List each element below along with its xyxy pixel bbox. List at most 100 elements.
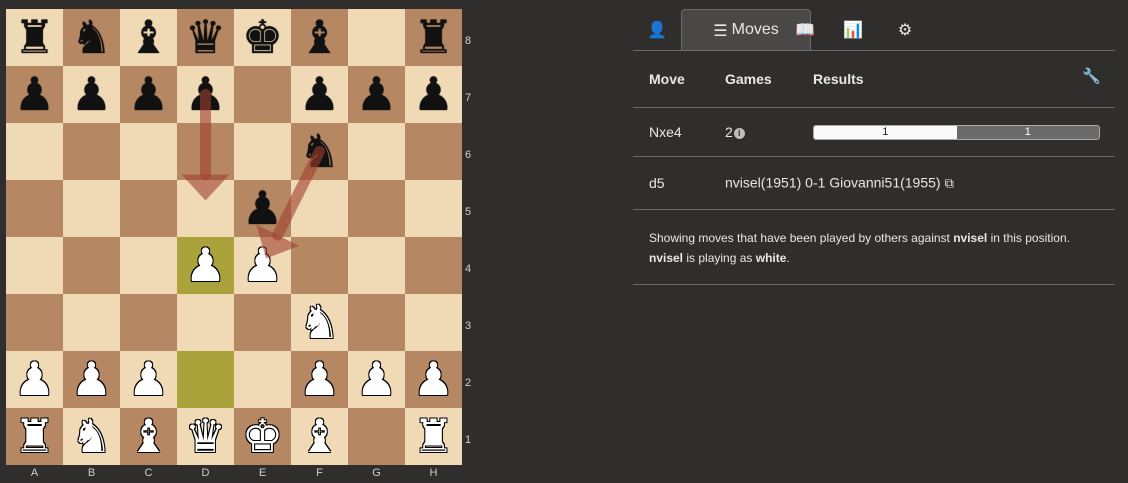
square-h2[interactable]: ♟	[405, 351, 462, 408]
black-pawn-icon[interactable]: ♟	[177, 66, 234, 123]
square-e1[interactable]: ♚	[234, 408, 291, 465]
square-c2[interactable]: ♟	[120, 351, 177, 408]
square-b8[interactable]: ♞	[63, 9, 120, 66]
black-rook-icon[interactable]: ♜	[6, 9, 63, 66]
square-b2[interactable]: ♟	[63, 351, 120, 408]
square-a3[interactable]	[6, 294, 63, 351]
square-c5[interactable]	[120, 180, 177, 237]
square-f5[interactable]	[291, 180, 348, 237]
white-king-icon[interactable]: ♚	[234, 408, 291, 465]
wrench-icon[interactable]: 🔧	[1082, 67, 1101, 85]
square-g6[interactable]	[348, 123, 405, 180]
square-b7[interactable]: ♟	[63, 66, 120, 123]
square-d1[interactable]: ♛	[177, 408, 234, 465]
square-c7[interactable]: ♟	[120, 66, 177, 123]
square-h7[interactable]: ♟	[405, 66, 462, 123]
black-queen-icon[interactable]: ♛	[177, 9, 234, 66]
square-e4[interactable]: ♟	[234, 237, 291, 294]
tab-user[interactable]: 👤	[633, 9, 681, 50]
square-e3[interactable]	[234, 294, 291, 351]
black-knight-icon[interactable]: ♞	[63, 9, 120, 66]
square-d6[interactable]	[177, 123, 234, 180]
black-pawn-icon[interactable]: ♟	[234, 180, 291, 237]
square-e8[interactable]: ♚	[234, 9, 291, 66]
square-g3[interactable]	[348, 294, 405, 351]
table-row[interactable]: Nxe4 2i 1 1	[633, 108, 1115, 157]
white-pawn-icon[interactable]: ♟	[234, 237, 291, 294]
square-b1[interactable]: ♞	[63, 408, 120, 465]
square-f4[interactable]	[291, 237, 348, 294]
square-c3[interactable]	[120, 294, 177, 351]
square-f7[interactable]: ♟	[291, 66, 348, 123]
black-pawn-icon[interactable]: ♟	[63, 66, 120, 123]
square-e5[interactable]: ♟	[234, 180, 291, 237]
white-pawn-icon[interactable]: ♟	[177, 237, 234, 294]
black-knight-icon[interactable]: ♞	[291, 123, 348, 180]
white-knight-icon[interactable]: ♞	[291, 294, 348, 351]
square-g1[interactable]	[348, 408, 405, 465]
square-a8[interactable]: ♜	[6, 9, 63, 66]
white-rook-icon[interactable]: ♜	[405, 408, 462, 465]
square-c4[interactable]	[120, 237, 177, 294]
white-bishop-icon[interactable]: ♝	[291, 408, 348, 465]
square-g8[interactable]	[348, 9, 405, 66]
square-h8[interactable]: ♜	[405, 9, 462, 66]
white-knight-icon[interactable]: ♞	[63, 408, 120, 465]
square-e7[interactable]	[234, 66, 291, 123]
square-e6[interactable]	[234, 123, 291, 180]
white-bishop-icon[interactable]: ♝	[120, 408, 177, 465]
square-f1[interactable]: ♝	[291, 408, 348, 465]
square-h1[interactable]: ♜	[405, 408, 462, 465]
black-bishop-icon[interactable]: ♝	[291, 9, 348, 66]
black-pawn-icon[interactable]: ♟	[348, 66, 405, 123]
square-f2[interactable]: ♟	[291, 351, 348, 408]
chess-board[interactable]: ♜ ♞ ♝ ♛ ♚ ♝ ♜ ♟ ♟ ♟ ♟ ♟ ♟ ♟ ♞ ♟ ♟ ♟ ♞ ♟ ♟ ♟ ♟ ♟ ♟ ♜ ♞ ♝ ♛ ♚ ♝ ♜	[6, 9, 462, 465]
white-pawn-icon[interactable]: ♟	[291, 351, 348, 408]
square-c6[interactable]	[120, 123, 177, 180]
white-pawn-icon[interactable]: ♟	[405, 351, 462, 408]
square-h3[interactable]	[405, 294, 462, 351]
square-c8[interactable]: ♝	[120, 9, 177, 66]
square-g4[interactable]	[348, 237, 405, 294]
tab-gear[interactable]: ⚙	[881, 9, 929, 50]
square-d2[interactable]	[177, 351, 234, 408]
square-b5[interactable]	[63, 180, 120, 237]
external-link-icon[interactable]: ⧉	[945, 177, 954, 192]
black-bishop-icon[interactable]: ♝	[120, 9, 177, 66]
black-pawn-icon[interactable]: ♟	[405, 66, 462, 123]
white-pawn-icon[interactable]: ♟	[348, 351, 405, 408]
square-h4[interactable]	[405, 237, 462, 294]
square-f6[interactable]: ♞	[291, 123, 348, 180]
square-a7[interactable]: ♟	[6, 66, 63, 123]
square-f8[interactable]: ♝	[291, 9, 348, 66]
white-pawn-icon[interactable]: ♟	[6, 351, 63, 408]
table-row[interactable]: d5 nvisel(1951) 0-1 Giovanni51(1955) ⧉	[633, 157, 1115, 210]
black-pawn-icon[interactable]: ♟	[6, 66, 63, 123]
square-c1[interactable]: ♝	[120, 408, 177, 465]
square-a1[interactable]: ♜	[6, 408, 63, 465]
square-d7[interactable]: ♟	[177, 66, 234, 123]
black-pawn-icon[interactable]: ♟	[291, 66, 348, 123]
square-h6[interactable]	[405, 123, 462, 180]
black-rook-icon[interactable]: ♜	[405, 9, 462, 66]
square-d3[interactable]	[177, 294, 234, 351]
tab-bar-chart[interactable]: 📊	[829, 9, 877, 50]
square-d8[interactable]: ♛	[177, 9, 234, 66]
square-a4[interactable]	[6, 237, 63, 294]
white-pawn-icon[interactable]: ♟	[63, 351, 120, 408]
black-king-icon[interactable]: ♚	[234, 9, 291, 66]
square-b6[interactable]	[63, 123, 120, 180]
square-a6[interactable]	[6, 123, 63, 180]
square-b3[interactable]	[63, 294, 120, 351]
white-queen-icon[interactable]: ♛	[177, 408, 234, 465]
square-a5[interactable]	[6, 180, 63, 237]
square-b4[interactable]	[63, 237, 120, 294]
info-icon[interactable]: i	[733, 127, 745, 139]
square-g7[interactable]: ♟	[348, 66, 405, 123]
square-f3[interactable]: ♞	[291, 294, 348, 351]
square-g2[interactable]: ♟	[348, 351, 405, 408]
square-h5[interactable]	[405, 180, 462, 237]
square-d5[interactable]	[177, 180, 234, 237]
game-link[interactable]: nvisel(1951) 0-1 Giovanni51(1955) ⧉	[725, 175, 954, 192]
square-g5[interactable]	[348, 180, 405, 237]
